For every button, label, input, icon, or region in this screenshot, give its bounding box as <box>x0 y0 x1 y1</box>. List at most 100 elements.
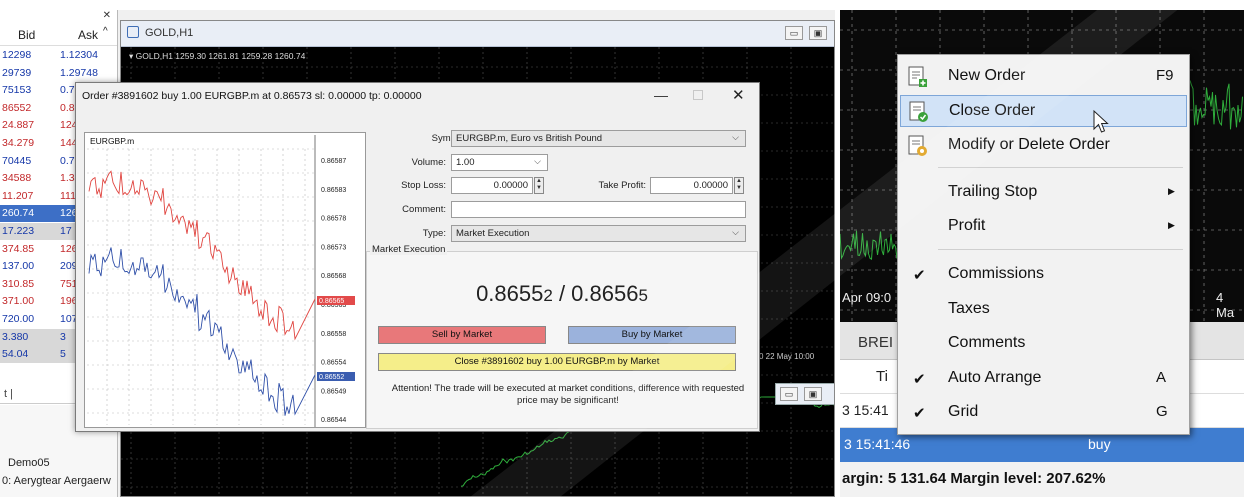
price-series <box>1189 80 1243 130</box>
close-icon[interactable]: ✕ <box>103 10 111 21</box>
menu-item-label: Commissions <box>948 265 1045 282</box>
ask-price-last-digit: 5 <box>638 286 648 305</box>
symbol-select[interactable]: EURGBP.m, Euro vs British Pound ⌵ <box>451 130 746 147</box>
chevron-down-icon: ⌵ <box>732 132 739 142</box>
take-profit-spinner[interactable]: ▲ ▼ <box>734 177 744 194</box>
menu-item-label: Close Order <box>949 102 1036 119</box>
price-tick-label: 0.86578 <box>321 216 346 223</box>
minimize-icon[interactable]: — <box>654 87 668 103</box>
submenu-arrow-icon: ▶ <box>1168 220 1175 230</box>
tick-chart: EURGBP.m 0.86587 0.86583 0.86578 0.86573 0.8… <box>84 132 366 428</box>
market-watch-row[interactable]: 29739 1.29748 <box>0 65 117 82</box>
menu-item-new-order[interactable]: New Order F9 <box>900 61 1187 93</box>
minimize-window-button[interactable]: ▭ <box>780 387 798 401</box>
bid-value: 3.380 <box>2 330 29 343</box>
menu-item-label: Taxes <box>948 300 990 317</box>
menu-item-profit[interactable]: Profit ▶ <box>900 211 1187 243</box>
chart-tab-brent[interactable]: BREI <box>858 334 893 351</box>
menu-separator <box>938 167 1183 168</box>
ask-price: 0.8656 <box>571 281 639 306</box>
menu-item-shortcut: G <box>1156 403 1168 420</box>
menu-item-shortcut: F9 <box>1156 67 1174 84</box>
chevron-down-icon: ⌵ <box>534 156 541 166</box>
market-watch-header: Bid Ask ^ <box>0 24 117 46</box>
order-dialog: Order #3891602 buy 1.00 EURGBP.m at 0.86… <box>75 82 760 432</box>
close-order-icon <box>909 101 928 122</box>
menu-item-comments[interactable]: Comments <box>900 328 1187 360</box>
price-tick-label: 0.86549 <box>321 388 346 395</box>
chart-titlebar[interactable]: GOLD,H1 ▭ ▣ <box>121 21 834 47</box>
menu-item-grid[interactable]: ✔ Grid G <box>900 397 1187 429</box>
row-type: buy <box>1088 436 1111 452</box>
type-select[interactable]: Market Execution ⌵ <box>451 225 746 242</box>
price-tick-label: 0.86573 <box>321 244 346 251</box>
mouse-cursor-icon <box>1093 109 1109 133</box>
bid-value: 54.04 <box>2 348 29 361</box>
context-menu-screenshot: Apr 09:0 4 Ma BREI Ti 3 15:41 3 15:41:46… <box>840 10 1244 497</box>
volume-select[interactable]: 1.00 ⌵ <box>451 154 548 171</box>
menu-item-modify-order[interactable]: Modify or Delete Order <box>900 130 1187 162</box>
price-tick-label: 0.86583 <box>321 187 346 194</box>
context-menu: New Order F9 Close Order Modify or Delet… <box>897 54 1190 435</box>
menu-item-taxes[interactable]: Taxes <box>900 294 1187 326</box>
type-label: Type: <box>422 228 446 239</box>
account-name[interactable]: Demo05 <box>8 457 50 469</box>
stop-loss-input[interactable]: 0.00000 <box>451 177 533 194</box>
menu-item-trailing-stop[interactable]: Trailing Stop ▶ <box>900 177 1187 209</box>
scroll-up-icon[interactable]: ^ <box>103 26 108 37</box>
take-profit-input[interactable]: 0.00000 <box>650 177 733 194</box>
ask-column-header[interactable]: Ask <box>78 28 98 42</box>
time-column-header[interactable]: Ti <box>876 368 888 385</box>
stop-loss-label: Stop Loss: <box>401 180 446 191</box>
stop-loss-spinner[interactable]: ▲ ▼ <box>534 177 544 194</box>
restore-window-button[interactable]: ▣ <box>804 387 822 401</box>
menu-item-label: Profit <box>948 217 986 234</box>
volume-label: Volume: <box>411 157 446 168</box>
bid-value: 17.223 <box>2 225 35 237</box>
check-icon: ✔ <box>913 267 926 284</box>
close-order-by-market-button[interactable]: Close #3891602 buy 1.00 EURGBP.m by Mark… <box>378 353 736 371</box>
menu-item-label: Auto Arrange <box>948 369 1042 386</box>
bid-value: 24.887 <box>2 119 35 132</box>
ask-value: 1.12304 <box>60 49 98 61</box>
bid-value: 86552 <box>2 101 32 114</box>
maximize-icon <box>693 90 703 100</box>
bid-value: 310.85 <box>2 277 35 290</box>
second-chart-titlebar[interactable]: ▭ ▣ <box>775 383 834 405</box>
price-series <box>840 230 899 261</box>
bid-column-header[interactable]: Bid <box>18 28 35 42</box>
bid-value: 720.00 <box>2 313 35 325</box>
market-watch-row[interactable]: 12298 1.12304 <box>0 47 117 64</box>
buy-by-market-button[interactable]: Buy by Market <box>568 326 736 344</box>
check-icon: ✔ <box>913 371 926 388</box>
comment-input[interactable] <box>451 201 746 218</box>
bid-value: 75153 <box>2 84 32 97</box>
restore-window-button[interactable]: ▣ <box>809 26 827 40</box>
menu-item-close-order[interactable]: Close Order <box>900 95 1187 127</box>
price-tick-label: 0.86568 <box>321 273 346 280</box>
take-profit-value: 0.00000 <box>693 180 728 191</box>
sell-by-market-button[interactable]: Sell by Market <box>378 326 546 344</box>
chart-date-right: 4 Ma <box>1216 290 1235 320</box>
menu-item-auto-arrange[interactable]: ✔ Auto Arrange A <box>900 363 1187 395</box>
menu-item-label: Modify or Delete Order <box>948 136 1110 153</box>
bid-price-marker-label: 0.86552 <box>319 374 344 381</box>
volume-value: 1.00 <box>456 157 475 168</box>
bid-price-line <box>88 247 316 416</box>
bid-value: 34588 <box>2 172 32 185</box>
menu-item-label: Grid <box>948 403 979 420</box>
price-tick-label: 0.86554 <box>321 360 346 367</box>
menu-item-commissions[interactable]: ✔ Commissions <box>900 259 1187 291</box>
price-tick-label: 0.86558 <box>321 331 346 338</box>
menu-item-label: Comments <box>948 334 1026 351</box>
minimize-window-button[interactable]: ▭ <box>785 26 803 40</box>
bid-value: 12298 <box>2 49 32 61</box>
account-user[interactable]: 0: Aerygtear Aergaerw <box>2 475 111 487</box>
bid-value: 374.85 <box>2 242 35 255</box>
price-quote: 0.86552 / 0.86565 <box>366 281 758 307</box>
ask-value: 17 <box>60 225 72 237</box>
close-icon[interactable]: ✕ <box>732 86 745 104</box>
stop-loss-value: 0.00000 <box>493 180 528 191</box>
menu-item-label: New Order <box>948 67 1026 84</box>
bid-price: 0.8655 <box>476 281 544 306</box>
